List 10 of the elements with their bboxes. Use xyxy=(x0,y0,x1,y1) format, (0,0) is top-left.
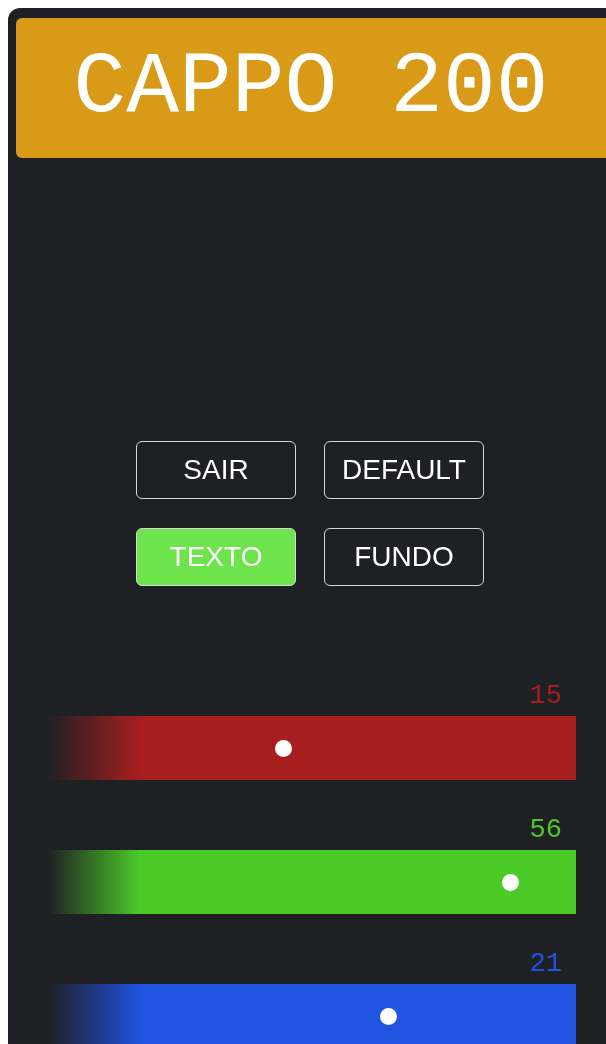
slider-thumb[interactable] xyxy=(380,1008,398,1025)
slider-value: 15 xyxy=(529,682,562,710)
slider-thumb[interactable] xyxy=(502,874,519,891)
option-button[interactable]: FUNDO xyxy=(324,528,484,586)
slider-value: 21 xyxy=(529,950,562,978)
app-title: CAPPO 200 xyxy=(73,44,549,132)
option-button[interactable]: SAIR xyxy=(136,441,296,499)
option-button[interactable]: DEFAULT xyxy=(324,441,484,499)
slider-thumb[interactable] xyxy=(274,740,292,757)
slider-value: 56 xyxy=(529,816,562,844)
